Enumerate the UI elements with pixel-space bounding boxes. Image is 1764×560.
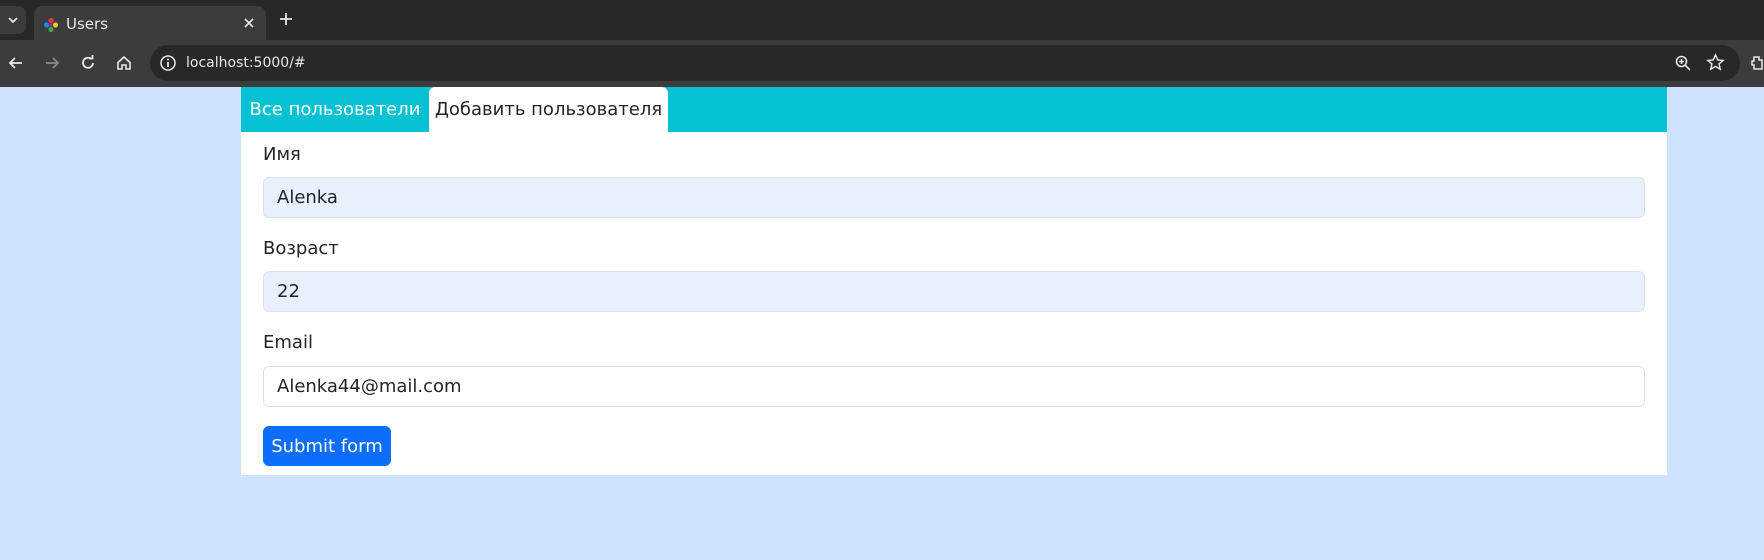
url-text: localhost:5000/# [186,55,306,71]
browser-tab-users[interactable]: Users [34,6,266,40]
name-label: Имя [263,144,301,165]
reload-icon[interactable] [79,54,97,72]
back-arrow-icon[interactable] [7,54,25,72]
nav-tabs: Все пользователи Добавить пользователя [241,87,1667,132]
name-input[interactable] [263,177,1645,218]
bookmark-star-icon[interactable] [1706,53,1725,72]
home-icon[interactable] [115,54,133,72]
main-container: Все пользователи Добавить пользователя И… [241,87,1667,475]
forward-arrow-icon[interactable] [43,54,61,72]
close-icon[interactable] [242,16,256,30]
page-body: Все пользователи Добавить пользователя И… [0,87,1764,560]
email-label: Email [263,332,313,353]
age-label: Возраст [263,238,339,259]
extensions-icon[interactable] [1750,54,1764,72]
browser-tab-title: Users [66,15,109,33]
email-input[interactable] [263,366,1645,407]
tab-add-user[interactable]: Добавить пользователя [429,87,668,132]
browser-tab-strip: Users [0,0,1764,40]
submit-form-button[interactable]: Submit form [263,426,391,466]
browser-toolbar: localhost:5000/# [0,40,1764,87]
favicon-icon [43,17,59,33]
tab-search-button[interactable] [0,6,26,34]
address-bar[interactable]: localhost:5000/# [150,45,1740,81]
zoom-icon[interactable] [1674,54,1692,72]
age-input[interactable] [263,271,1645,312]
chevron-down-icon [8,17,18,24]
site-info-icon[interactable] [159,54,177,72]
new-tab-plus-icon[interactable] [278,11,294,27]
tab-all-users[interactable]: Все пользователи [241,87,429,132]
